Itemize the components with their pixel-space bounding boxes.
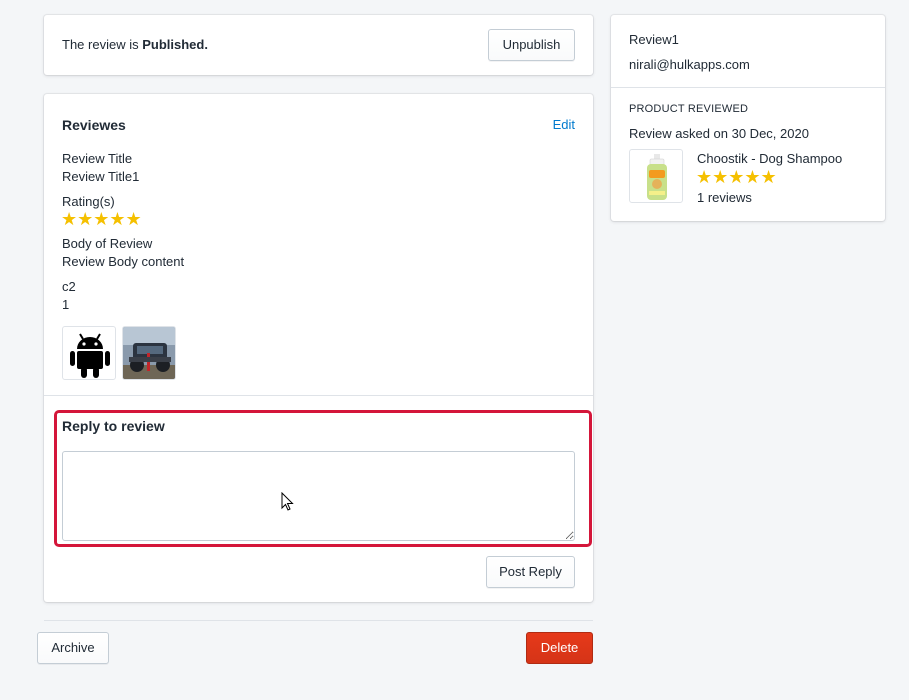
status-prefix: The review is	[62, 37, 143, 52]
archive-button[interactable]: Archive	[37, 632, 109, 664]
reviewer-name: Review1	[629, 32, 679, 47]
reviewer-card: Review1 nirali@hulkapps.com PRODUCT REVI…	[611, 15, 885, 221]
edit-link[interactable]: Edit	[553, 117, 575, 132]
reply-textarea[interactable]	[62, 451, 575, 541]
review-asked-date: Review asked on 30 Dec, 2020	[629, 126, 809, 141]
sidebar-divider	[611, 87, 885, 88]
review-image-android[interactable]	[62, 326, 116, 380]
section-divider	[44, 395, 593, 396]
android-robot-icon	[70, 333, 110, 378]
vehicle-photo-icon	[123, 327, 175, 379]
reviewer-email: nirali@hulkapps.com	[629, 57, 750, 72]
rating-label: Rating(s)	[62, 194, 115, 209]
product-name[interactable]: Choostik - Dog Shampoo	[697, 151, 842, 166]
custom-field-value: 1	[62, 297, 70, 312]
product-thumbnail[interactable]	[629, 149, 683, 203]
custom-field-label: c2	[62, 279, 76, 294]
status-text: The review is Published.	[62, 37, 208, 52]
product-stars: ★★★★★	[696, 167, 777, 187]
reply-heading: Reply to review	[62, 418, 165, 434]
review-title-value: Review Title1	[62, 169, 140, 184]
unpublish-button[interactable]: Unpublish	[488, 29, 575, 61]
shampoo-bottle-icon	[647, 154, 667, 200]
status-value: Published.	[142, 37, 208, 52]
review-heading: Reviewes	[62, 117, 126, 133]
product-reviews-count: 1 reviews	[697, 190, 752, 205]
review-title-label: Review Title	[62, 151, 133, 166]
rating-stars: ★★★★★	[61, 209, 142, 229]
product-section-label: PRODUCT REVIEWED	[629, 103, 749, 115]
delete-button[interactable]: Delete	[526, 632, 593, 664]
body-label: Body of Review	[62, 236, 153, 251]
footer-divider	[44, 620, 593, 621]
body-value: Review Body content	[62, 254, 185, 269]
status-card: The review is Published. Unpublish	[44, 15, 593, 75]
review-image-vehicle[interactable]	[122, 326, 176, 380]
post-reply-button[interactable]: Post Reply	[486, 556, 575, 588]
review-card: Reviewes Edit Review Title Review Title1…	[44, 94, 593, 602]
mouse-cursor-icon	[281, 492, 294, 511]
